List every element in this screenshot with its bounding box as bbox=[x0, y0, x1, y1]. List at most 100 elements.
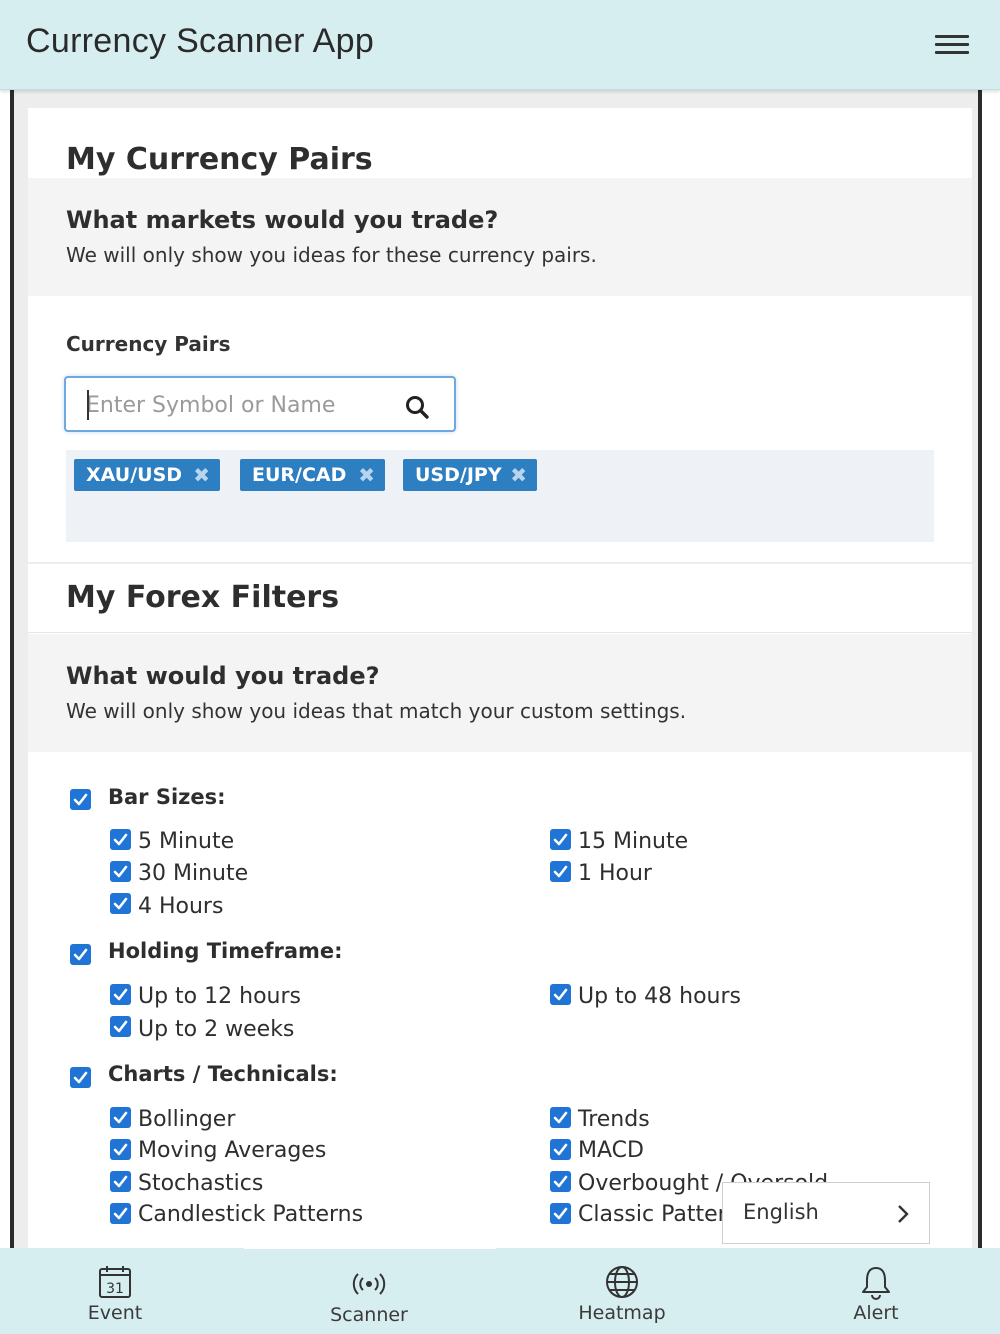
checkmark-icon bbox=[553, 1207, 568, 1220]
symbol-search-input[interactable] bbox=[86, 388, 386, 422]
remove-tag-icon[interactable]: ✖ bbox=[358, 459, 375, 491]
text-caret bbox=[87, 390, 89, 420]
symbol-search-box[interactable] bbox=[64, 376, 456, 432]
tab-scanner[interactable]: Scanner bbox=[249, 1248, 489, 1334]
tab-event[interactable]: 31 Event bbox=[0, 1248, 235, 1334]
option-label: MACD bbox=[578, 1138, 644, 1163]
calendar-day: 31 bbox=[106, 1281, 124, 1297]
tab-label: Heatmap bbox=[578, 1302, 666, 1324]
selected-pairs-area: XAU/USD ✖ EUR/CAD ✖ USD/JPY ✖ bbox=[66, 450, 934, 542]
option-label: Stochastics bbox=[138, 1171, 264, 1196]
option-label: 5 Minute bbox=[138, 829, 235, 854]
bar-sizes-checkbox[interactable] bbox=[70, 789, 91, 810]
bell-icon bbox=[862, 1267, 890, 1300]
checkmark-icon bbox=[553, 1111, 568, 1124]
option-label: Up to 48 hours bbox=[578, 984, 741, 1009]
option-checkbox[interactable] bbox=[110, 861, 131, 882]
hamburger-menu-icon[interactable] bbox=[935, 32, 969, 56]
checkmark-icon bbox=[113, 1207, 128, 1220]
broadcast-icon bbox=[352, 1273, 386, 1295]
option-label: Moving Averages bbox=[138, 1138, 327, 1163]
search-icon[interactable] bbox=[404, 394, 430, 420]
checkmark-icon bbox=[113, 865, 128, 878]
option-label: 4 Hours bbox=[138, 894, 224, 919]
chevron-right-icon bbox=[898, 1205, 909, 1223]
holding-timeframe-checkbox[interactable] bbox=[70, 944, 91, 965]
option-checkbox[interactable] bbox=[550, 861, 571, 882]
pair-tag: USD/JPY ✖ bbox=[403, 459, 537, 491]
checkmark-icon bbox=[113, 988, 128, 1001]
pair-tag: XAU/USD ✖ bbox=[74, 459, 220, 491]
active-tab-indicator bbox=[244, 1246, 496, 1249]
pair-tag: EUR/CAD ✖ bbox=[240, 459, 385, 491]
app-header: Currency Scanner App bbox=[0, 0, 1000, 90]
bottom-tab-bar: 31 Event Scanner Heatmap Alert bbox=[0, 1248, 1000, 1334]
option-label: 15 Minute bbox=[578, 829, 689, 854]
card-title-forex-filters: My Forex Filters bbox=[66, 580, 340, 615]
card-title-currency-pairs: My Currency Pairs bbox=[66, 142, 373, 177]
globe-icon bbox=[606, 1266, 638, 1298]
option-checkbox[interactable] bbox=[550, 1139, 571, 1160]
option-checkbox[interactable] bbox=[110, 1107, 131, 1128]
option-checkbox[interactable] bbox=[550, 1107, 571, 1128]
checkmark-icon bbox=[73, 948, 88, 961]
option-checkbox[interactable] bbox=[110, 829, 131, 850]
option-checkbox[interactable] bbox=[110, 893, 131, 914]
option-checkbox[interactable] bbox=[550, 829, 571, 850]
remove-tag-icon[interactable]: ✖ bbox=[193, 459, 210, 491]
option-checkbox[interactable] bbox=[110, 984, 131, 1005]
option-checkbox[interactable] bbox=[110, 1139, 131, 1160]
option-label: Candlestick Patterns bbox=[138, 1202, 364, 1227]
checkmark-icon bbox=[553, 988, 568, 1001]
checkmark-icon bbox=[113, 1175, 128, 1188]
checkmark-icon bbox=[73, 793, 88, 806]
tab-alert[interactable]: Alert bbox=[756, 1248, 996, 1334]
checkmark-icon bbox=[73, 1071, 88, 1084]
checkmark-icon bbox=[113, 1111, 128, 1124]
option-checkbox[interactable] bbox=[110, 1016, 131, 1037]
language-label: English bbox=[743, 1200, 819, 1224]
checkmark-icon bbox=[553, 1175, 568, 1188]
charts-technicals-checkbox[interactable] bbox=[70, 1067, 91, 1088]
tab-heatmap[interactable]: Heatmap bbox=[502, 1248, 742, 1334]
checkmark-icon bbox=[113, 897, 128, 910]
holding-timeframe-label: Holding Timeframe: bbox=[108, 939, 343, 963]
tab-label: Event bbox=[87, 1302, 143, 1324]
remove-tag-icon[interactable]: ✖ bbox=[510, 459, 527, 491]
checkmark-icon bbox=[553, 1143, 568, 1156]
language-selector[interactable]: English bbox=[722, 1182, 930, 1244]
option-label: Up to 2 weeks bbox=[138, 1017, 295, 1042]
checkmark-icon bbox=[553, 833, 568, 846]
forex-filters-question: What would you trade? bbox=[66, 662, 380, 690]
pair-tag-label: USD/JPY bbox=[415, 464, 502, 486]
currency-pairs-label: Currency Pairs bbox=[66, 332, 231, 356]
option-label: 30 Minute bbox=[138, 861, 249, 886]
option-checkbox[interactable] bbox=[550, 984, 571, 1005]
option-label: Up to 12 hours bbox=[138, 984, 301, 1009]
option-label: Bollinger bbox=[138, 1107, 236, 1132]
option-checkbox[interactable] bbox=[550, 1203, 571, 1224]
option-checkbox[interactable] bbox=[110, 1203, 131, 1224]
pair-tag-label: XAU/USD bbox=[86, 464, 183, 486]
checkmark-icon bbox=[113, 1143, 128, 1156]
forex-filters-intro: What would you trade? We will only show … bbox=[28, 634, 972, 752]
charts-technicals-label: Charts / Technicals: bbox=[108, 1062, 338, 1086]
pair-tag-label: EUR/CAD bbox=[252, 464, 347, 486]
tab-label: Alert bbox=[853, 1302, 899, 1324]
currency-pairs-description: We will only show you ideas for these cu… bbox=[66, 243, 597, 267]
checkmark-icon bbox=[113, 1020, 128, 1033]
checkmark-icon bbox=[553, 865, 568, 878]
option-label: 1 Hour bbox=[578, 861, 652, 886]
tab-label: Scanner bbox=[330, 1304, 408, 1326]
forex-filters-card: My Forex Filters What would you trade? W… bbox=[28, 564, 972, 1248]
content-frame[interactable]: My Currency Pairs What markets would you… bbox=[10, 90, 982, 1248]
option-checkbox[interactable] bbox=[550, 1171, 571, 1192]
currency-pairs-card: My Currency Pairs What markets would you… bbox=[28, 108, 972, 562]
bar-sizes-label: Bar Sizes: bbox=[108, 785, 226, 809]
currency-pairs-question: What markets would you trade? bbox=[66, 206, 499, 234]
option-checkbox[interactable] bbox=[110, 1171, 131, 1192]
checkmark-icon bbox=[113, 833, 128, 846]
app-title: Currency Scanner App bbox=[26, 22, 375, 60]
option-label: Trends bbox=[578, 1107, 650, 1132]
currency-pairs-intro: What markets would you trade? We will on… bbox=[28, 178, 972, 296]
